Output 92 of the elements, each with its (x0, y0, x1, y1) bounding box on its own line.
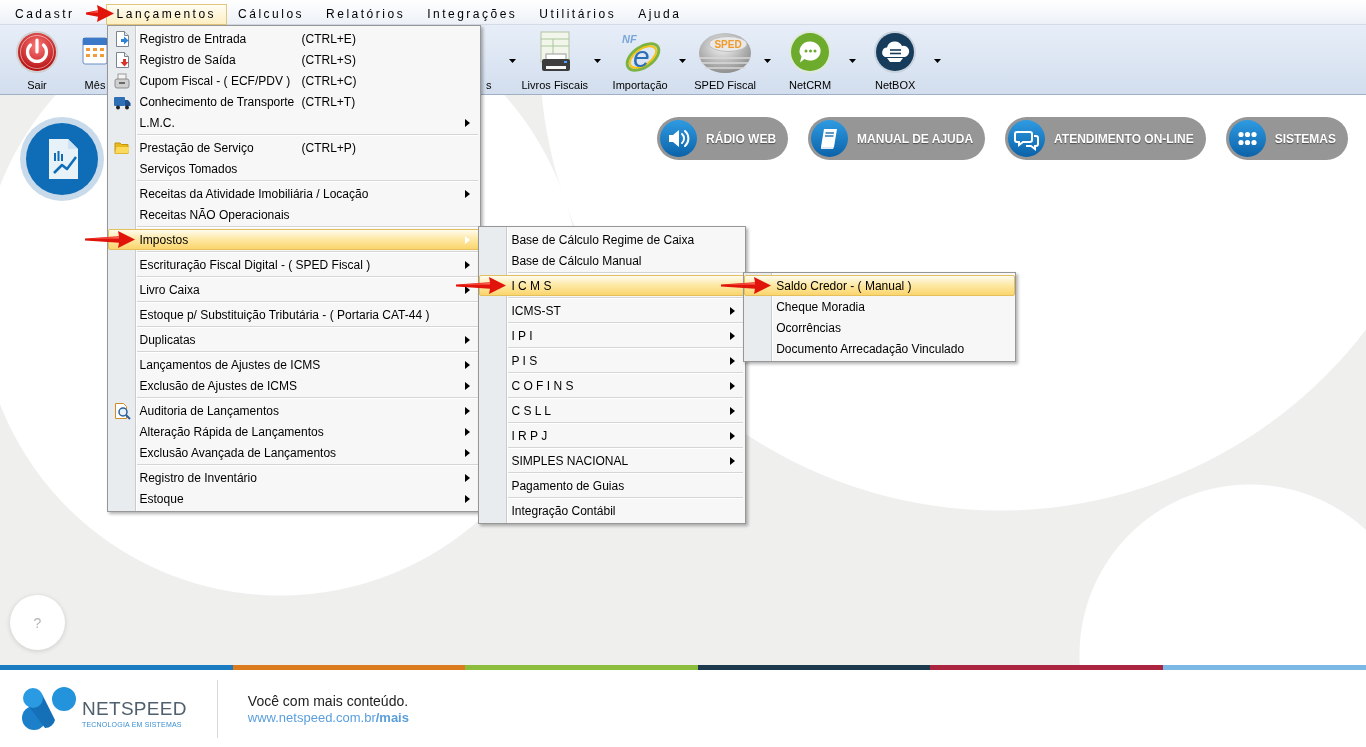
submenu-arrow-icon (465, 260, 471, 269)
pointer-arrow-icon (456, 277, 507, 294)
menu-bar-item[interactable]: Utilitários (528, 4, 628, 25)
document-chart-icon (20, 117, 104, 201)
menu-bar-item[interactable]: Relatórios (315, 4, 417, 25)
menu-item[interactable]: Registro de Inventário (107, 467, 481, 488)
dropdown-caret-icon[interactable] (508, 59, 516, 63)
pointer-arrow-icon (721, 277, 772, 294)
menu-item[interactable]: Serviços Tomados (107, 158, 481, 179)
cloud-icon (873, 30, 918, 74)
submenu-arrow-icon (465, 189, 471, 198)
footer-message: Você com mais conteúdo. (247, 692, 409, 709)
submenu-arrow-icon (465, 494, 471, 503)
chat-icon (1008, 120, 1046, 157)
dropdown-caret-icon[interactable] (849, 59, 857, 63)
menu-bar-item[interactable]: Ajuda (627, 4, 693, 25)
dropdown-caret-icon[interactable] (764, 59, 772, 63)
menu-item[interactable]: I R P J (479, 425, 746, 446)
submenu-arrow-icon (465, 235, 471, 244)
submenu-arrow-icon (465, 427, 471, 436)
submenu-arrow-icon (465, 473, 471, 482)
menu-bar-item[interactable]: Cálculos (227, 4, 316, 25)
menu-item[interactable]: Base de Cálculo Regime de Caixa (479, 229, 746, 250)
apps-grid-icon (1228, 120, 1266, 157)
toolbar-button[interactable]: NetBOX (858, 28, 933, 92)
submenu-arrow-icon (730, 456, 736, 465)
brand-name: NETSPEED (82, 699, 187, 719)
menu-item[interactable]: Escrituração Fiscal Digital - ( SPED Fiscal ) (107, 254, 481, 275)
menu-item[interactable]: Exclusão de Ajustes de ICMS (107, 375, 481, 396)
submenu-arrow-icon (730, 406, 736, 415)
submenu-arrow-icon (730, 431, 736, 440)
toolbar-button[interactable]: Mês (82, 28, 108, 92)
chat-bubble-icon (788, 30, 833, 74)
dropdown-caret-icon[interactable] (594, 59, 602, 63)
submenu-arrow-icon (465, 360, 471, 369)
cash-register-icon (112, 71, 131, 90)
book-icon (811, 120, 849, 157)
menu-bar-item[interactable]: Cadastr (4, 4, 86, 25)
menu-item[interactable]: P I S (479, 350, 746, 371)
submenu-arrow-icon (730, 306, 736, 315)
toolbar-button[interactable]: SPED SPED Fiscal (688, 28, 763, 92)
menu-item[interactable]: I C M S (479, 275, 746, 296)
power-icon (15, 30, 59, 74)
toolbar-button[interactable]: Sair (0, 28, 74, 92)
document-search-icon (112, 401, 131, 420)
menu-item[interactable]: Auditoria de Lançamentos (107, 400, 481, 421)
submenu-arrow-icon (465, 448, 471, 457)
menu-item[interactable]: Pagamento de Guias (479, 475, 746, 496)
menu-item[interactable]: Receitas NÃO Operacionais (107, 204, 481, 225)
menu-item[interactable]: C O F I N S (479, 375, 746, 396)
menu-bar-item[interactable]: Integrações (416, 4, 529, 25)
menu-item[interactable]: Saldo Credor - ( Manual ) (744, 275, 1016, 296)
menu-item[interactable]: Registro de Entrada (CTRL+E) (107, 28, 481, 49)
submenu-arrow-icon (730, 356, 736, 365)
menu-item[interactable]: SIMPLES NACIONAL (479, 450, 746, 471)
menu-item[interactable]: Lançamentos de Ajustes de ICMS (107, 354, 481, 375)
submenu-arrow-icon (730, 331, 736, 340)
speaker-icon (660, 120, 698, 157)
submenu-arrow-icon (465, 335, 471, 344)
toolbar-button[interactable]: Livros Fiscais (517, 28, 593, 92)
menu-item[interactable]: Duplicatas (107, 329, 481, 350)
dropdown-caret-icon[interactable] (679, 59, 687, 63)
menu-item[interactable]: C S L L (479, 400, 746, 421)
pointer-arrow-icon (85, 5, 114, 22)
menu-bar-item[interactable]: Lançamentos (105, 4, 228, 25)
submenu-arrow-icon (465, 406, 471, 415)
menu-item[interactable]: I P I (479, 325, 746, 346)
dropdown-caret-icon[interactable] (934, 59, 942, 63)
menu-item[interactable]: ICMS-ST (479, 300, 746, 321)
pointer-arrow-icon (84, 231, 135, 248)
menu-item[interactable]: Cheque Moradia (744, 296, 1016, 317)
submenu-arrow-icon (730, 381, 736, 390)
menu-item[interactable]: Registro de Saída (CTRL+S) (107, 49, 481, 70)
submenu-arrow-icon (465, 285, 471, 294)
menu-item[interactable]: Prestação de Serviço (CTRL+P) (107, 137, 481, 158)
menu-item[interactable]: Impostos (107, 229, 481, 250)
menu-item[interactable]: Estoque p/ Substituição Tributária - ( Portaria CAT-44 ) (107, 304, 481, 325)
toolbar-button[interactable]: s (486, 78, 492, 92)
menu-item[interactable]: Exclusão Avançada de Lançamentos (107, 442, 481, 463)
menu-item[interactable]: Base de Cálculo Manual (479, 250, 746, 271)
menu-item[interactable]: Receitas da Atividade Imobiliária / Locação (107, 183, 481, 204)
menu-item[interactable]: Ocorrências (744, 317, 1016, 338)
menu-item[interactable]: Conhecimento de Transporte (CTRL+T) (107, 91, 481, 112)
menu-item[interactable]: Estoque (107, 488, 481, 509)
toolbar-button[interactable]: NetCRM (773, 28, 848, 92)
submenu-arrow-icon (465, 381, 471, 390)
menu-item[interactable]: Integração Contábil (479, 500, 746, 521)
menu-item[interactable]: Documento Arrecadação Vinculado (744, 338, 1016, 359)
menu-item[interactable]: Cupom Fiscal - ( ECF/PDV ) (CTRL+C) (107, 70, 481, 91)
menu-item[interactable]: L.M.C. (107, 112, 481, 133)
submenu-arrow-icon (465, 118, 471, 127)
menu-item[interactable]: Alteração Rápida de Lançamentos (107, 421, 481, 442)
